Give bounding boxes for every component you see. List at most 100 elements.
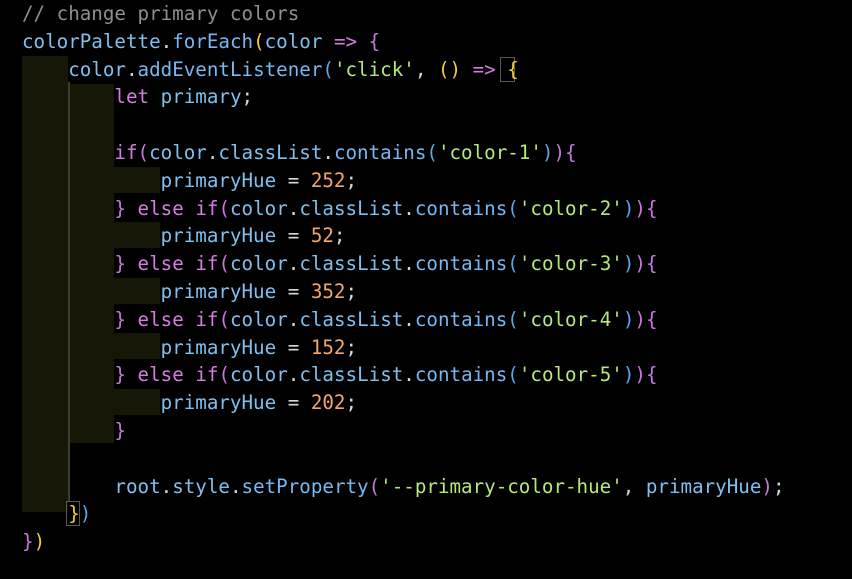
code-line[interactable]: primaryHue = 252; <box>22 167 357 195</box>
code-token: classList <box>218 141 323 164</box>
code-line[interactable]: }) <box>22 528 45 556</box>
code-token: } <box>114 252 126 276</box>
code-editor[interactable]: // change primary colors colorPalette.for… <box>0 0 852 579</box>
code-token: ) <box>634 307 646 331</box>
code-line[interactable]: let primary; <box>22 83 253 111</box>
code-token: ; <box>241 85 254 109</box>
code-token: 352 <box>310 280 346 303</box>
code-line[interactable]: } else if(color.classList.contains('colo… <box>22 250 658 278</box>
code-token: . <box>322 141 334 164</box>
code-line[interactable]: } <box>22 417 126 445</box>
code-token: ) <box>79 502 92 526</box>
code-token: if <box>114 141 138 164</box>
code-token: color <box>230 252 288 276</box>
code-token: { <box>645 363 658 387</box>
code-token: . <box>206 141 219 164</box>
code-line[interactable]: primaryHue = 152; <box>22 334 357 362</box>
code-line[interactable]: // change primary colors <box>22 0 299 28</box>
code-token: { <box>645 252 658 276</box>
code-token: 'color-4' <box>518 307 623 331</box>
code-token: classList <box>299 307 404 331</box>
code-token: ( <box>218 196 230 220</box>
code-token: ( <box>137 141 150 164</box>
code-token: ( <box>218 252 230 276</box>
code-line[interactable]: color.addEventListener('click', () => { <box>22 56 519 84</box>
code-token: addEventListener <box>137 57 323 81</box>
code-token: color <box>230 307 288 331</box>
code-token: . <box>125 57 138 81</box>
code-token: ) <box>622 196 635 220</box>
code-token: 'color-2' <box>518 196 623 220</box>
code-token: color <box>68 57 126 81</box>
code-token: ; <box>345 168 358 192</box>
code-token: color <box>230 363 288 387</box>
code-token: ) <box>622 363 635 387</box>
code-token: ) <box>761 474 773 498</box>
code-token: if <box>195 307 219 331</box>
code-token: = <box>276 335 311 359</box>
code-token: , <box>414 57 438 81</box>
code-token: 252 <box>310 168 346 192</box>
code-token: () <box>437 57 462 81</box>
code-line[interactable]: primaryHue = 352; <box>22 278 357 306</box>
code-token: primaryHue <box>160 224 277 248</box>
code-token: ) <box>33 530 46 554</box>
code-token: ) <box>622 252 635 276</box>
code-line[interactable]: } else if(color.classList.contains('colo… <box>22 361 658 389</box>
code-token: . <box>160 474 173 498</box>
code-token: ( <box>507 363 519 387</box>
code-line[interactable]: colorPalette.forEach(color => { <box>22 28 380 56</box>
code-line[interactable]: primaryHue = 52; <box>22 222 346 250</box>
code-line[interactable]: } else if(color.classList.contains('colo… <box>22 306 658 334</box>
code-token: . <box>287 307 300 331</box>
code-token: . <box>403 196 415 220</box>
code-token: let <box>114 85 150 109</box>
code-token: { <box>645 307 658 331</box>
code-line[interactable]: if(color.classList.contains('color-1')){ <box>22 139 577 167</box>
code-token: ) <box>541 141 554 164</box>
code-token: ; <box>345 335 358 359</box>
code-token: => <box>472 57 496 81</box>
code-token: { <box>565 141 577 164</box>
code-token: contains <box>333 141 427 164</box>
code-token: else <box>137 196 184 220</box>
code-token: classList <box>299 363 404 387</box>
code-token: contains <box>414 307 508 331</box>
code-token: 'color-5' <box>518 363 623 387</box>
code-token: , <box>622 474 646 498</box>
code-token: contains <box>414 363 508 387</box>
code-token: 'color-1' <box>437 141 542 164</box>
code-line[interactable]: }) <box>22 500 91 528</box>
code-token: . <box>160 29 173 53</box>
code-token: 52 <box>310 224 334 248</box>
code-line[interactable]: primaryHue = 202; <box>22 389 357 417</box>
code-line[interactable]: root.style.setProperty('--primary-color-… <box>22 473 784 501</box>
code-token: } <box>114 419 126 442</box>
code-token: contains <box>414 196 508 220</box>
code-token: 'color-3' <box>518 252 623 276</box>
code-token: } <box>114 363 126 387</box>
code-token: = <box>276 224 311 248</box>
code-token: { <box>645 196 658 220</box>
code-token: ( <box>426 141 438 164</box>
code-token: ( <box>322 57 334 81</box>
code-token: colorPalette <box>22 29 161 53</box>
code-token: . <box>287 196 300 220</box>
code-token: classList <box>299 196 404 220</box>
code-token: root <box>114 474 161 498</box>
code-token: } <box>114 196 126 220</box>
code-line[interactable]: } else if(color.classList.contains('colo… <box>22 195 658 223</box>
